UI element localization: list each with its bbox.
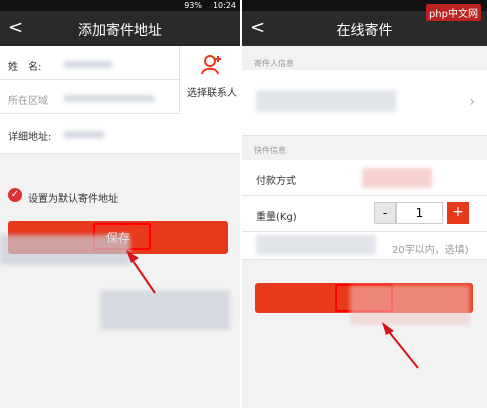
chevron-right-icon: › <box>469 94 475 110</box>
overlay-blur-left-bottom <box>100 290 230 330</box>
name-label: 姓 名: <box>8 62 42 73</box>
address-label: 详细地址: <box>8 132 52 143</box>
title-bar: < 添加寄件地址 <box>0 11 240 46</box>
status-time: 10:24 <box>212 1 236 10</box>
weight-label: 重量(Kg) <box>256 212 297 223</box>
overlay-blur-left <box>0 235 130 265</box>
payment-value <box>362 168 432 188</box>
sender-section-label: 寄件人信息 <box>254 59 294 68</box>
battery-level: 93% <box>184 1 202 10</box>
sender-info <box>256 90 396 112</box>
left-screen: 10:24 93% < 添加寄件地址 姓 名: 所在区域 详细地址: 选择联系人… <box>0 0 240 408</box>
note-input-blur <box>256 235 376 255</box>
weight-decrease-button[interactable]: - <box>374 202 396 224</box>
weight-increase-button[interactable]: + <box>447 202 469 224</box>
default-checkbox[interactable]: ✓ <box>8 188 22 202</box>
page-title: 添加寄件地址 <box>78 23 162 39</box>
payment-label: 付款方式 <box>256 176 296 187</box>
name-value <box>64 61 112 68</box>
default-label: 设置为默认寄件地址 <box>28 194 118 205</box>
contact-label: 选择联系人 <box>187 88 237 99</box>
address-row[interactable]: 详细地址: <box>0 114 240 154</box>
select-contact-button[interactable]: 选择联系人 <box>179 46 240 114</box>
watermark-logo: php中文网 <box>425 4 481 21</box>
weight-row[interactable]: 重量(Kg) - 1 + <box>242 196 487 232</box>
arrow-icon <box>126 250 156 294</box>
overlay-blur-right <box>350 285 470 325</box>
note-hint: 20字以内，选填) <box>392 245 469 256</box>
package-section-label: 快件信息 <box>254 146 286 155</box>
page-title-right: 在线寄件 <box>336 23 393 39</box>
location-value <box>64 95 154 102</box>
arrow-icon-right <box>382 322 419 369</box>
weight-input[interactable]: 1 <box>396 202 443 224</box>
address-value <box>64 131 104 138</box>
payment-row[interactable]: 付款方式 <box>242 160 487 196</box>
note-row[interactable]: 20字以内，选填) <box>242 232 487 260</box>
sender-card[interactable]: › <box>242 70 487 136</box>
contact-icon <box>201 55 221 75</box>
status-bar: 10:24 93% <box>0 0 240 11</box>
location-label: 所在区域 <box>8 96 48 107</box>
right-screen: < 在线寄件 寄件人信息 › 快件信息 付款方式 重量(Kg) - 1 + 20… <box>242 0 487 408</box>
